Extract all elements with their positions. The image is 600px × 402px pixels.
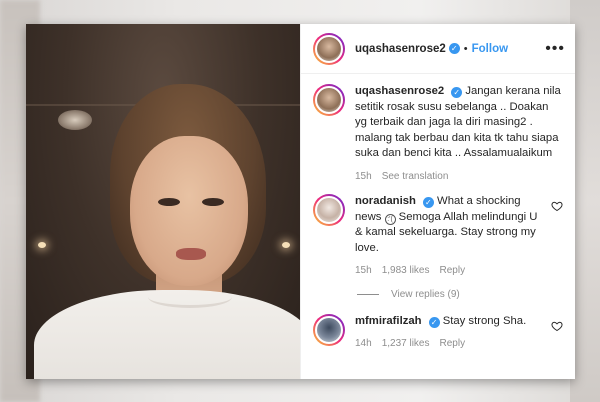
verified-badge-icon: ✓	[448, 43, 460, 54]
comment-text-continued: Semoga Allah melindungi U & kamal sekelu…	[355, 210, 538, 254]
caption-username[interactable]: uqashasenrose2	[355, 85, 444, 97]
heart-icon[interactable]	[551, 320, 563, 332]
author-username[interactable]: uqashasenrose2	[355, 43, 446, 55]
verified-badge-icon: ✓	[451, 87, 463, 98]
instagram-post: uqashasenrose2 ✓ • Follow ••• uqashasenr…	[26, 24, 575, 379]
comment-time: 14h	[355, 338, 372, 349]
verified-badge-icon: ✓	[422, 197, 434, 208]
avatar[interactable]	[313, 32, 345, 65]
crying-face-icon: :'(	[384, 213, 396, 225]
list-item: noradanish ✓ What a shocking news :'( Sem…	[313, 194, 563, 279]
caption: uqashasenrose2 ✓ Jangan kerana nila setit…	[313, 84, 563, 184]
verified-badge-icon: ✓	[428, 316, 440, 328]
collar-shape	[148, 286, 232, 308]
reply-button[interactable]: Reply	[440, 263, 466, 279]
see-translation-link[interactable]: See translation	[382, 169, 449, 185]
wall-light	[282, 242, 290, 248]
eye-shape	[202, 198, 224, 206]
comment-text: Stay strong Sha.	[442, 314, 527, 327]
reply-button[interactable]: Reply	[440, 336, 466, 352]
post-side-pane: uqashasenrose2 ✓ • Follow ••• uqashasenr…	[300, 24, 575, 379]
more-options-icon[interactable]: •••	[545, 40, 565, 58]
post-header: uqashasenrose2 ✓ • Follow •••	[301, 24, 575, 74]
replies-line	[357, 293, 379, 295]
avatar[interactable]	[313, 194, 345, 226]
follow-button[interactable]: Follow	[472, 43, 508, 55]
view-replies-button[interactable]: View replies (9)	[357, 289, 563, 300]
avatar[interactable]	[313, 313, 345, 346]
face-shape	[130, 136, 248, 286]
comment-time: 15h	[355, 265, 372, 276]
post-photo	[26, 24, 300, 379]
eye-shape	[158, 198, 180, 206]
mouth-shape	[176, 248, 206, 260]
heart-icon[interactable]	[551, 200, 563, 212]
likes-count[interactable]: 1,237 likes	[382, 336, 430, 352]
wall-light	[38, 242, 46, 248]
ceiling-light	[58, 110, 92, 130]
caption-time: 15h	[355, 170, 372, 182]
view-replies-label: View replies (9)	[391, 288, 460, 300]
avatar[interactable]	[313, 84, 345, 116]
likes-count[interactable]: 1,983 likes	[382, 263, 430, 279]
list-item: mfmirafilzah ✓ Stay strong Sha. 14h 1,237…	[313, 313, 563, 352]
comment-username[interactable]: mfmirafilzah	[355, 315, 422, 327]
separator-dot: •	[463, 42, 468, 55]
comment-username[interactable]: noradanish	[355, 195, 416, 207]
comments-list: uqashasenrose2 ✓ Jangan kerana nila setit…	[301, 74, 575, 379]
